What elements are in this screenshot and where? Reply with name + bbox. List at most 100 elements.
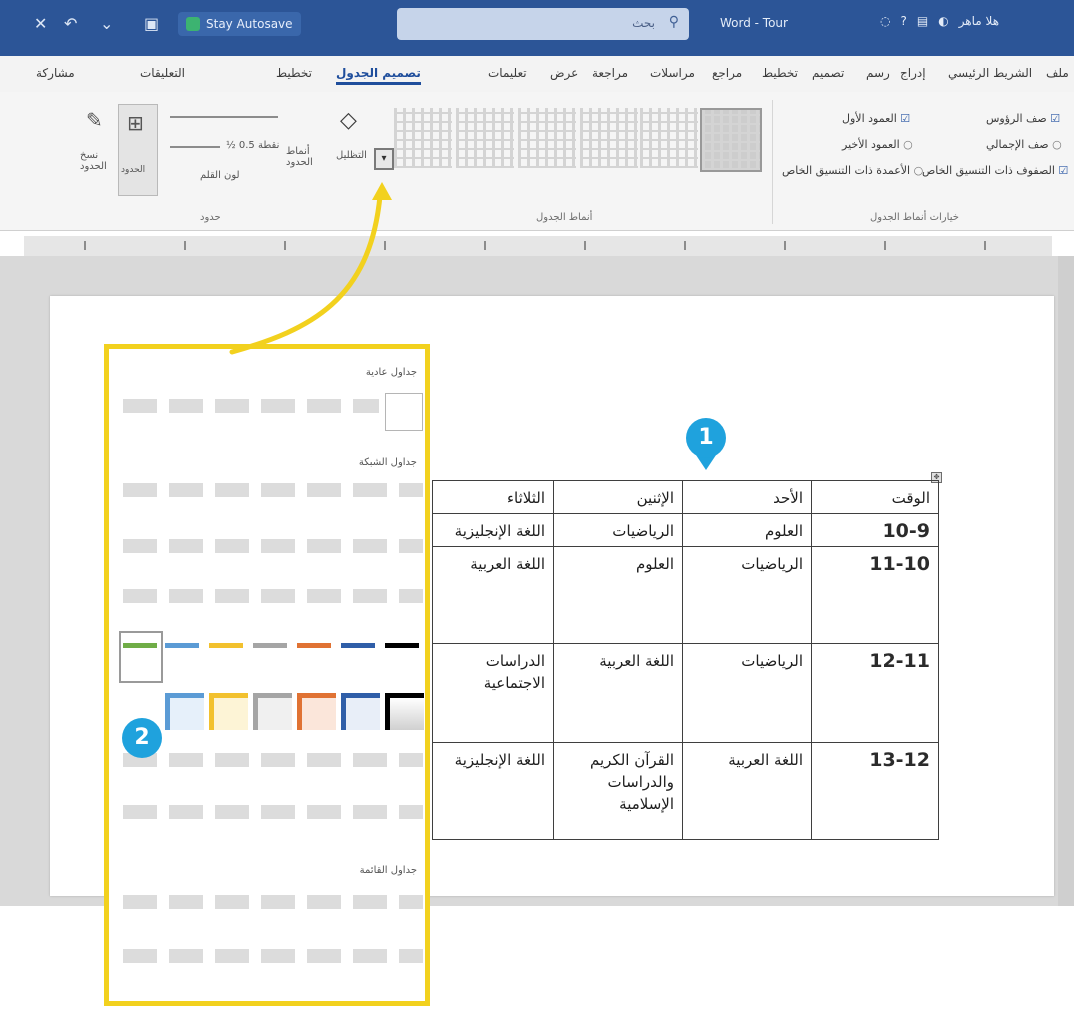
- style-swatch-orange[interactable]: [297, 643, 331, 648]
- table-style-thumb[interactable]: [640, 108, 698, 168]
- table-cell[interactable]: اللغة العربية: [553, 643, 683, 743]
- border-styles-label[interactable]: أنماط الحدود: [286, 146, 326, 168]
- grid-table-row[interactable]: [123, 539, 423, 553]
- line-style-selector[interactable]: [170, 116, 278, 118]
- tab-mailings[interactable]: مراسلات: [650, 66, 695, 80]
- shading-icon[interactable]: ◇: [340, 108, 357, 133]
- title-bar-right: ◌ ? ▤ ◐ هلا ماهر: [880, 14, 999, 28]
- vertical-scrollbar[interactable]: [1058, 256, 1074, 906]
- tab-table-layout[interactable]: تخطيط: [276, 66, 312, 80]
- style-swatch-blue[interactable]: [341, 643, 375, 648]
- tab-design[interactable]: تصميم: [812, 66, 844, 80]
- table-cell[interactable]: الدراسات الاجتماعية: [432, 643, 554, 743]
- plain-table-row[interactable]: [123, 399, 379, 413]
- tab-review[interactable]: مراجعة: [592, 66, 628, 80]
- header-row-checkbox[interactable]: صف الرؤوس: [986, 112, 1060, 125]
- tab-table-design[interactable]: تصميم الجدول: [336, 66, 421, 85]
- plain-tables-heading: جداول عادية: [365, 367, 417, 378]
- share-button[interactable]: مشاركة: [36, 66, 75, 80]
- style-swatch-lightblue[interactable]: [165, 643, 199, 648]
- time-cell[interactable]: 11-10: [811, 546, 939, 644]
- table-cell[interactable]: القرآن الكريم والدراسات الإسلامية: [553, 742, 683, 840]
- close-icon[interactable]: ✕: [34, 14, 47, 33]
- grid-table-row[interactable]: [123, 805, 423, 819]
- list-table-row[interactable]: [123, 895, 423, 909]
- last-column-checkbox[interactable]: العمود الأخير: [842, 138, 913, 151]
- table-cell[interactable]: الرياضيات: [553, 513, 683, 547]
- table-style-options-group-label: خيارات أنماط الجدول: [870, 212, 959, 223]
- redo-icon[interactable]: ⌄: [100, 14, 113, 33]
- table-style-thumb[interactable]: [518, 108, 576, 168]
- pen-weight-label[interactable]: ½ 0.5 نقطة: [226, 140, 279, 151]
- style-swatch-black[interactable]: [385, 643, 419, 648]
- lightbulb-icon[interactable]: ◌: [880, 14, 890, 28]
- header-cell-monday[interactable]: الإثنين: [553, 480, 683, 514]
- first-column-checkbox[interactable]: العمود الأول: [842, 112, 910, 125]
- table-cell[interactable]: الرياضيات: [682, 643, 812, 743]
- time-cell[interactable]: 13-12: [811, 742, 939, 840]
- undo-icon[interactable]: ↶: [64, 14, 77, 33]
- header-cell-tuesday[interactable]: الثلاثاء: [432, 480, 554, 514]
- more-styles-button[interactable]: ▾: [374, 148, 394, 170]
- toggle-icon[interactable]: ◐: [938, 14, 948, 28]
- style-block-gold[interactable]: [209, 693, 248, 730]
- borders-button[interactable]: ⊞ الحدود: [118, 104, 158, 196]
- tab-file[interactable]: ملف: [1046, 66, 1069, 80]
- table-style-thumb[interactable]: [580, 108, 638, 168]
- grid-table-row[interactable]: [123, 753, 423, 767]
- table-cell[interactable]: اللغة الإنجليزية: [432, 513, 554, 547]
- grid-table-row[interactable]: [123, 483, 423, 497]
- border-painter-label[interactable]: نسخ الحدود: [80, 150, 114, 172]
- tab-references[interactable]: مراجع: [712, 66, 742, 80]
- table-cell[interactable]: اللغة العربية: [682, 742, 812, 840]
- table-cell[interactable]: اللغة الإنجليزية: [432, 742, 554, 840]
- search-box[interactable]: بحث ⚲: [397, 8, 689, 40]
- style-block-blue[interactable]: [341, 693, 380, 730]
- tab-help[interactable]: تعليمات: [488, 66, 527, 80]
- comments-button[interactable]: التعليقات: [140, 66, 185, 80]
- tab-layout[interactable]: تخطيط: [762, 66, 798, 80]
- list-table-row[interactable]: [123, 949, 423, 963]
- pen-color-label[interactable]: لون القلم: [200, 170, 240, 181]
- header-cell-time[interactable]: الوقت: [811, 480, 939, 514]
- autosave-toggle[interactable]: Stay Autosave: [178, 12, 301, 36]
- tab-home[interactable]: الشريط الرئيسي: [948, 66, 1032, 80]
- style-swatch-gold[interactable]: [209, 643, 243, 648]
- grid-table-row[interactable]: [123, 589, 423, 603]
- time-cell[interactable]: 12-11: [811, 643, 939, 743]
- account-label[interactable]: هلا ماهر: [959, 14, 999, 28]
- banded-columns-checkbox[interactable]: الأعمدة ذات التنسيق الخاص: [782, 164, 923, 177]
- help-icon[interactable]: ?: [900, 14, 906, 28]
- table-cell[interactable]: اللغة العربية: [432, 546, 554, 644]
- tab-draw[interactable]: رسم: [866, 66, 890, 80]
- plain-table-thumb[interactable]: [385, 393, 423, 431]
- table-style-thumb[interactable]: [456, 108, 514, 168]
- horizontal-ruler[interactable]: [24, 236, 1052, 256]
- style-block-gray[interactable]: [253, 693, 292, 730]
- table-row: 10-9 العلوم الرياضيات اللغة الإنجليزية: [432, 513, 939, 547]
- borders-group-label: حدود: [200, 212, 221, 223]
- total-row-checkbox[interactable]: صف الإجمالي: [986, 138, 1062, 151]
- table-style-thumb[interactable]: [700, 108, 762, 172]
- style-swatch-gray[interactable]: [253, 643, 287, 648]
- schedule-table[interactable]: الوقت الأحد الإثنين الثلاثاء 10-9 العلوم…: [432, 480, 939, 840]
- style-block-lightblue[interactable]: [165, 693, 204, 730]
- header-cell-sunday[interactable]: الأحد: [682, 480, 812, 514]
- shading-label[interactable]: التظليل: [336, 150, 367, 161]
- table-style-thumb[interactable]: [394, 108, 452, 168]
- table-cell[interactable]: العلوم: [553, 546, 683, 644]
- table-cell[interactable]: الرياضيات: [682, 546, 812, 644]
- table-cell[interactable]: العلوم: [682, 513, 812, 547]
- tab-insert[interactable]: إدراج: [900, 66, 926, 80]
- border-painter-icon[interactable]: ✎: [86, 108, 103, 132]
- style-block-orange[interactable]: [297, 693, 336, 730]
- selected-style-frame[interactable]: [119, 631, 163, 683]
- tab-view[interactable]: عرض: [550, 66, 578, 80]
- banded-rows-checkbox[interactable]: الصفوف ذات التنسيق الخاص: [922, 164, 1068, 177]
- time-cell[interactable]: 10-9: [811, 513, 939, 547]
- ribbon-display-icon[interactable]: ▤: [917, 14, 928, 28]
- style-block-black[interactable]: [385, 693, 424, 730]
- save-icon[interactable]: ▣: [144, 14, 159, 33]
- table-styles-gallery[interactable]: جداول عادية جداول الشبكة جداول القائمة: [104, 344, 430, 1006]
- ruler-tick: [184, 241, 186, 250]
